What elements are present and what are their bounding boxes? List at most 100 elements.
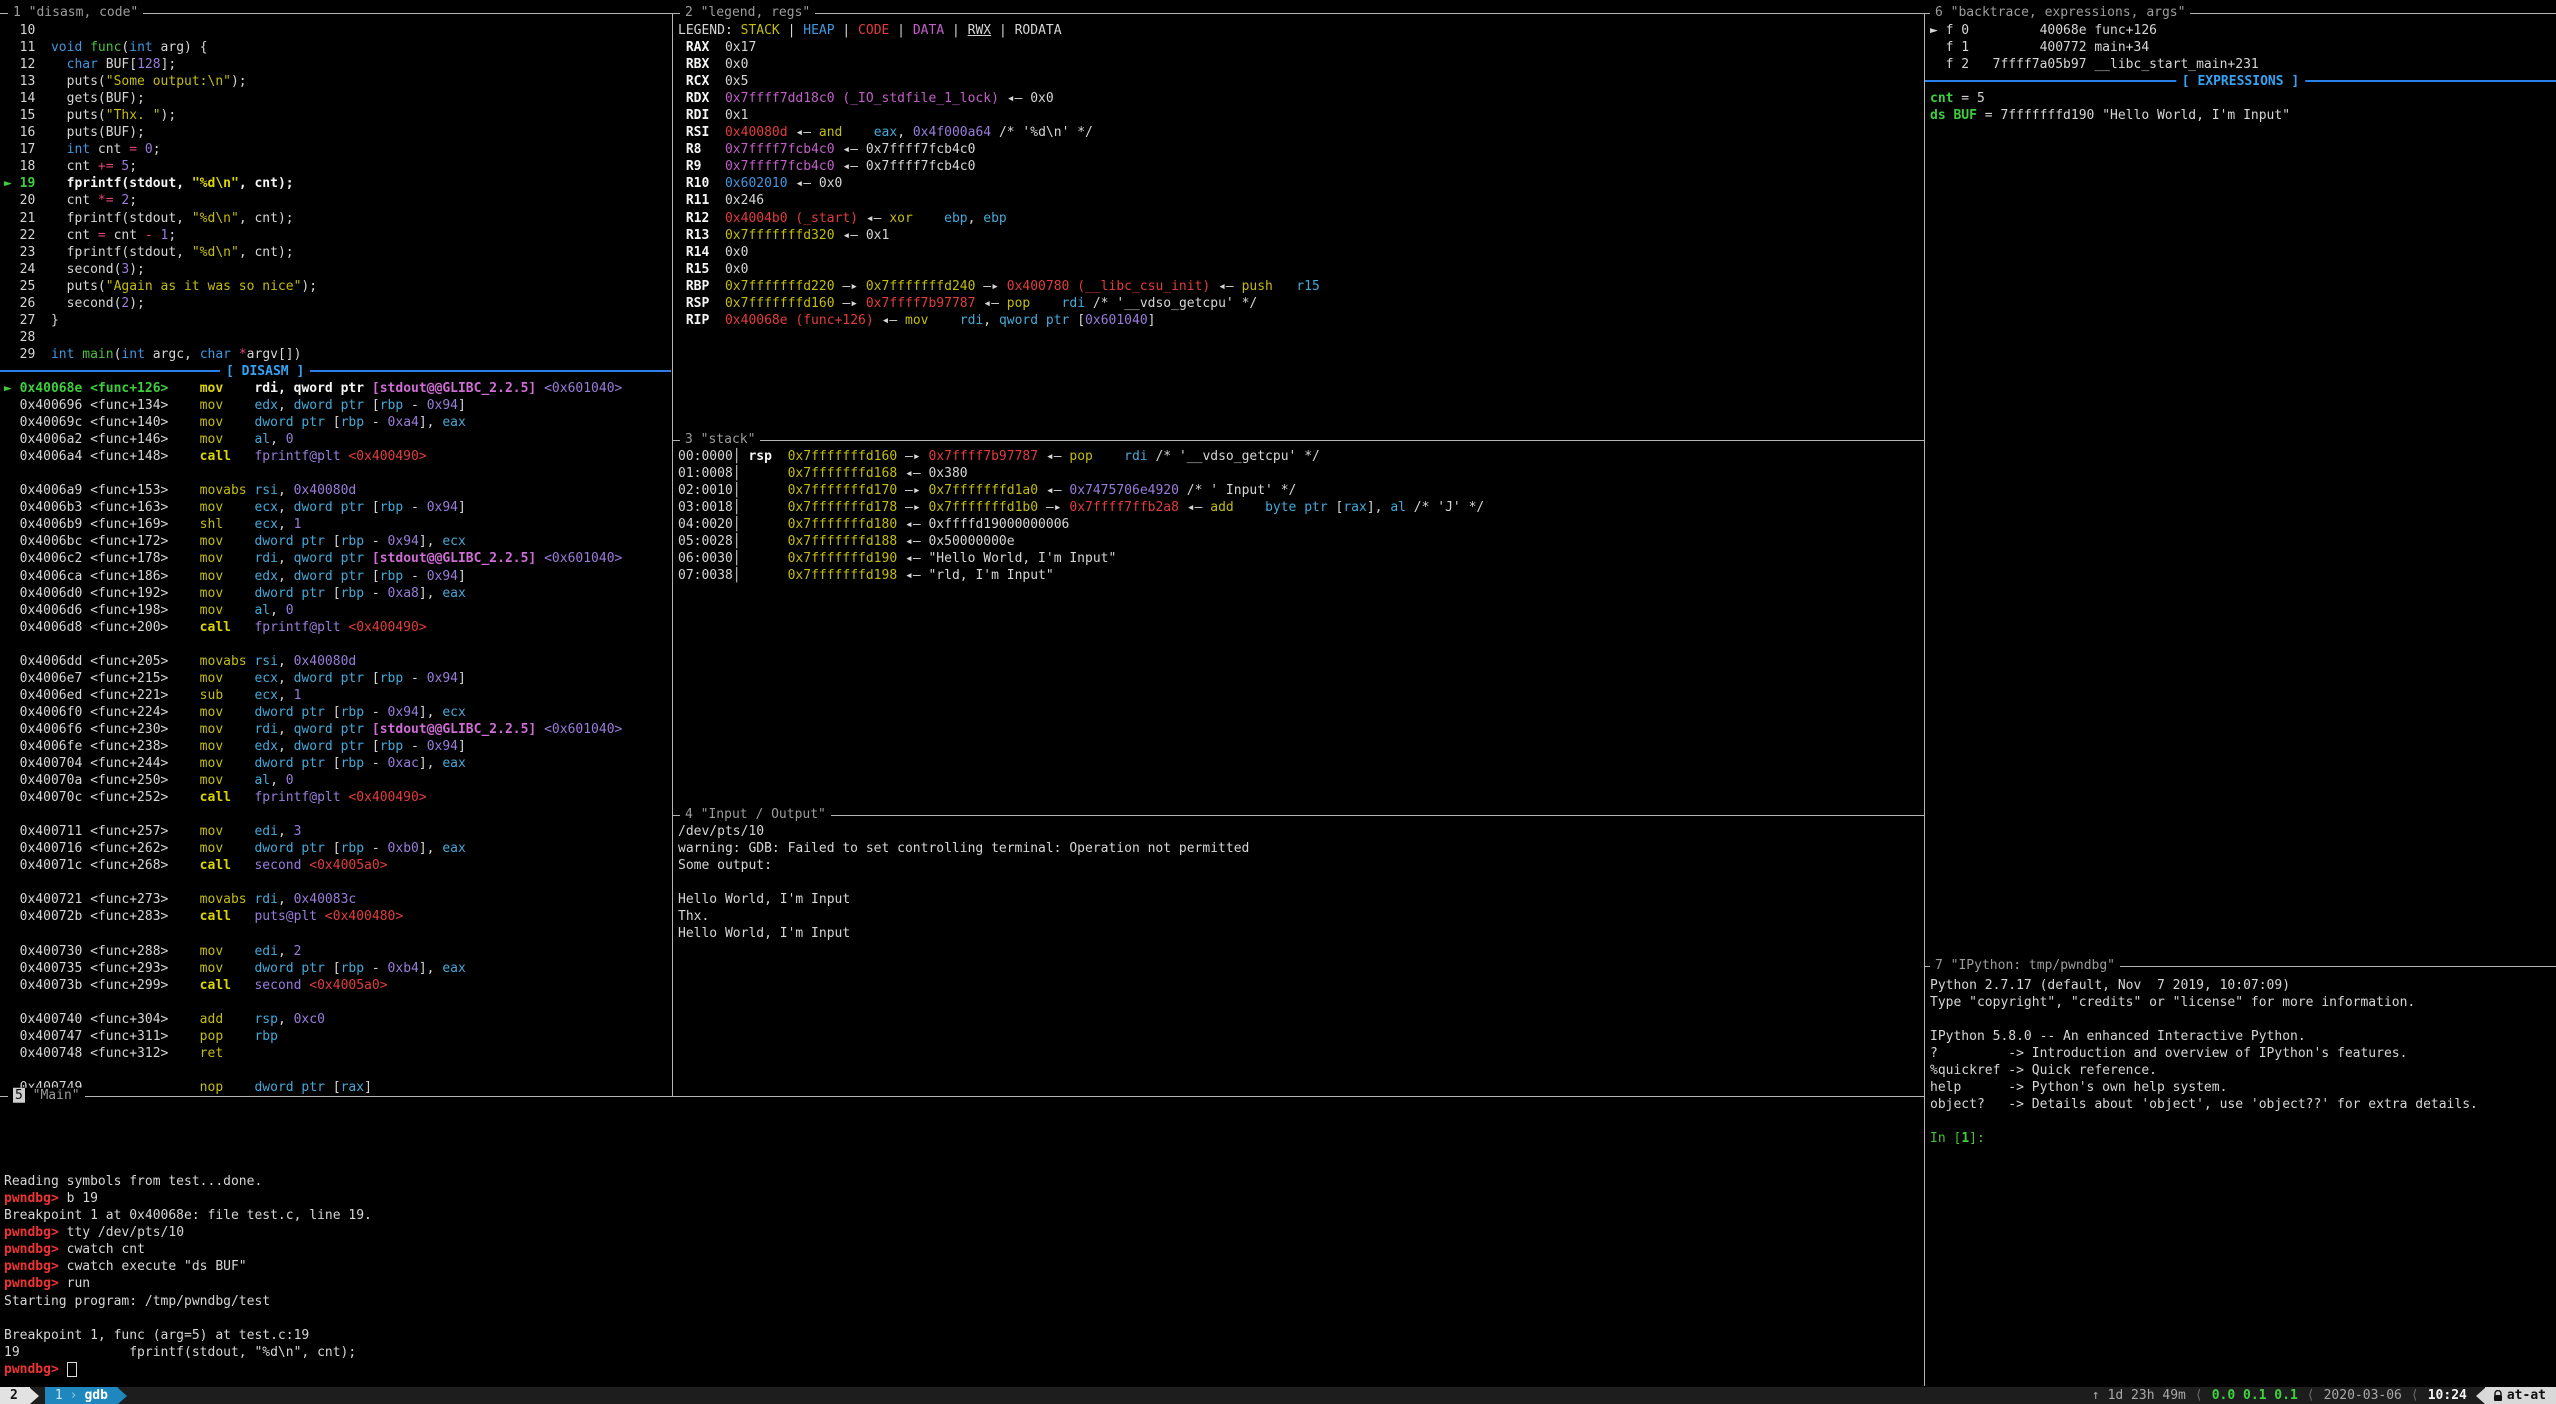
pane-source-code[interactable]: 10 11 void func(int arg) { 12 char BUF[1… [4, 22, 668, 363]
pane-title-io: 4 "Input / Output" [680, 807, 831, 822]
terminal-line: R15 0x0 [678, 261, 1920, 278]
pane-title-backtrace: 6 "backtrace, expressions, args" [1930, 5, 2190, 20]
terminal-line [4, 636, 668, 653]
terminal-line: 25 puts("Again as it was so nice"); [4, 278, 668, 295]
terminal-line: Breakpoint 1 at 0x40068e: file test.c, l… [4, 1207, 1920, 1224]
terminal-line: 0x400696 <func+134> mov edx, dword ptr [… [4, 397, 668, 414]
pane-title-main-text: "Main" [25, 1088, 80, 1103]
stack-pane-border[interactable] [672, 440, 1924, 441]
terminal-line: 20 cnt *= 2; [4, 192, 668, 209]
pane-registers[interactable]: LEGEND: STACK | HEAP | CODE | DATA | RWX… [678, 22, 1920, 329]
terminal-line: /dev/pts/10 [678, 823, 1920, 840]
uptime: 1d 23h 49m [2100, 1387, 2186, 1404]
hostname: at-at [2507, 1387, 2546, 1404]
terminal-line: 27 } [4, 312, 668, 329]
main-pane-border[interactable] [0, 1096, 1924, 1097]
terminal-line: 19 fprintf(stdout, "%d\n", cnt); [4, 1344, 1920, 1361]
terminal-line: RDI 0x1 [678, 107, 1920, 124]
terminal-line [4, 1062, 668, 1079]
terminal-line: R14 0x0 [678, 244, 1920, 261]
terminal-line [4, 1139, 1920, 1156]
terminal-line: 05:0028│ 0x7fffffffd188 ◂— 0x50000000e [678, 533, 1920, 550]
terminal-line: LEGEND: STACK | HEAP | CODE | DATA | RWX… [678, 22, 1920, 39]
terminal-line: 0x400740 <func+304> add rsp, 0xc0 [4, 1011, 668, 1028]
pane-io[interactable]: /dev/pts/10warning: GDB: Failed to set c… [678, 823, 1920, 942]
terminal-line: Type "copyright", "credits" or "license"… [1930, 994, 2552, 1011]
terminal-line: 16 puts(BUF); [4, 124, 668, 141]
terminal-line: 0x400749 nop dword ptr [rax] [4, 1079, 668, 1096]
terminal-line: 0x400711 <func+257> mov edi, 3 [4, 823, 668, 840]
terminal-line: 26 second(2); [4, 295, 668, 312]
terminal-line: ? -> Introduction and overview of IPytho… [1930, 1045, 2552, 1062]
status-date: 2020-03-06 [2324, 1387, 2402, 1404]
lock-icon [2493, 1390, 2503, 1402]
terminal-line: R12 0x4004b0 (_start) ◂— xor ebp, ebp [678, 210, 1920, 227]
terminal-line: 10 [4, 22, 668, 39]
terminal-line: 0x40070c <func+252> call fprintf@plt <0x… [4, 789, 668, 806]
terminal-line: 0x4006a2 <func+146> mov al, 0 [4, 431, 668, 448]
terminal-line [4, 806, 668, 823]
terminal-line: 01:0008│ 0x7fffffffd168 ◂— 0x380 [678, 465, 1920, 482]
terminal-line: RBP 0x7fffffffd220 —▸ 0x7fffffffd240 —▸ … [678, 278, 1920, 295]
disasm-separator: [ DISASM ] [0, 363, 671, 380]
terminal-line: f 1 400772 main+34 [1930, 39, 2552, 56]
window-separator: › [63, 1387, 85, 1404]
terminal-line: 0x4006b9 <func+169> shl ecx, 1 [4, 516, 668, 533]
pane-disassembly[interactable]: ► 0x40068e <func+126> mov rdi, qword ptr… [4, 380, 668, 1096]
angle-separator-icon: ⟨ [2298, 1387, 2324, 1404]
terminal-line: 06:0030│ 0x7fffffffd190 ◂— "Hello World,… [678, 550, 1920, 567]
vertical-border-left[interactable] [672, 13, 673, 1096]
terminal-line: Hello World, I'm Input [678, 891, 1920, 908]
terminal-line: 15 puts("Thx. "); [4, 107, 668, 124]
terminal-line [4, 994, 668, 1011]
window-tab-gdb[interactable]: 1 › gdb [45, 1387, 118, 1404]
terminal-line: 13 puts("Some output:\n"); [4, 73, 668, 90]
terminal-line: ► f 0 40068e func+126 [1930, 22, 2552, 39]
terminal-line: 0x4006fe <func+238> mov edx, dword ptr [… [4, 738, 668, 755]
active-pane-number: 5 [13, 1088, 25, 1103]
terminal-line: help -> Python's own help system. [1930, 1079, 2552, 1096]
terminal-line: 0x400735 <func+293> mov dword ptr [rbp -… [4, 960, 668, 977]
expressions-separator-label: [ EXPRESSIONS ] [2176, 73, 2305, 90]
pane-expressions[interactable]: cnt = 5ds BUF = 7fffffffd190 "Hello Worl… [1930, 90, 2552, 124]
terminal-line: object? -> Details about 'object', use '… [1930, 1096, 2552, 1113]
terminal-line [1930, 1011, 2552, 1028]
terminal-line: 0x400716 <func+262> mov dword ptr [rbp -… [4, 840, 668, 857]
pane-ipython[interactable]: Python 2.7.17 (default, Nov 7 2019, 10:0… [1930, 977, 2552, 1147]
terminal-line: 00:0000│ rsp 0x7fffffffd160 —▸ 0x7ffff7b… [678, 448, 1920, 465]
status-bar-right: ↑ 1d 23h 49m ⟨ 0.0 0.1 0.1 ⟨ 2020-03-06 … [2092, 1387, 2556, 1404]
vertical-border-right[interactable] [1924, 13, 1925, 1386]
pane-backtrace[interactable]: ► f 0 40068e func+126 f 1 400772 main+34… [1930, 22, 2552, 73]
session-badge-arrow [30, 1388, 39, 1404]
pane-title-stack: 3 "stack" [680, 432, 760, 447]
status-clock: 10:24 [2428, 1387, 2467, 1404]
uptime-arrow-icon: ↑ [2092, 1387, 2100, 1404]
terminal-line: 23 fprintf(stdout, "%d\n", cnt); [4, 244, 668, 261]
window-index: 1 [55, 1387, 63, 1404]
pane-main-console[interactable]: Reading symbols from test...done.pwndbg>… [4, 1105, 1920, 1378]
terminal-line: RCX 0x5 [678, 73, 1920, 90]
session-badge[interactable]: 2 [0, 1387, 30, 1404]
terminal-line: 0x4006ed <func+221> sub ecx, 1 [4, 687, 668, 704]
disasm-separator-line [0, 370, 671, 372]
terminal-line: RSI 0x40080d ◂— and eax, 0x4f000a64 /* '… [678, 124, 1920, 141]
terminal-line: 0x400748 <func+312> ret [4, 1045, 668, 1062]
status-bar-left: 2 1 › gdb [0, 1387, 127, 1404]
terminal-line: 14 gets(BUF); [4, 90, 668, 107]
terminal-line [4, 1310, 1920, 1327]
window-name: gdb [84, 1387, 107, 1404]
terminal-line: 28 [4, 329, 668, 346]
terminal-line: 0x400730 <func+288> mov edi, 2 [4, 943, 668, 960]
terminal-line: Some output: [678, 857, 1920, 874]
terminal-line: R9 0x7ffff7fcb4c0 ◂— 0x7ffff7fcb4c0 [678, 158, 1920, 175]
terminal-line: 0x40070a <func+250> mov al, 0 [4, 772, 668, 789]
io-pane-border[interactable] [672, 815, 1924, 816]
terminal-line: 0x4006d0 <func+192> mov dword ptr [rbp -… [4, 585, 668, 602]
text-cursor [67, 1362, 77, 1377]
pane-title-main: 5 "Main" [8, 1088, 85, 1103]
terminal-line: 0x4006d6 <func+198> mov al, 0 [4, 602, 668, 619]
terminal-line: 02:0010│ 0x7fffffffd170 —▸ 0x7fffffffd1a… [678, 482, 1920, 499]
terminal-line: 0x400704 <func+244> mov dword ptr [rbp -… [4, 755, 668, 772]
terminal-line: pwndbg> b 19 [4, 1190, 1920, 1207]
pane-stack[interactable]: 00:0000│ rsp 0x7fffffffd160 —▸ 0x7ffff7b… [678, 448, 1920, 584]
